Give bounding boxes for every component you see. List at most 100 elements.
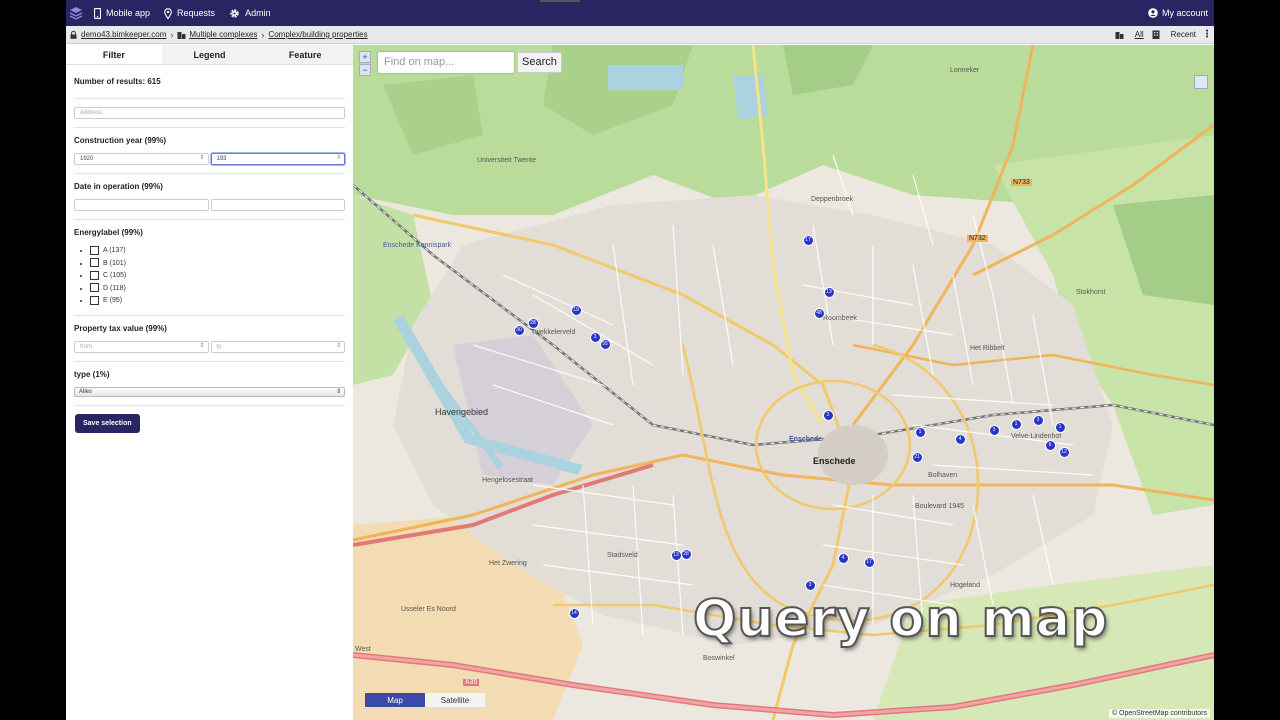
tab-feature[interactable]: Feature <box>257 45 354 64</box>
map-cluster-marker[interactable]: 1 <box>1010 418 1022 430</box>
zoom-out-button[interactable]: − <box>359 64 371 76</box>
energylabel-option-a[interactable]: A (137) <box>90 245 345 258</box>
energylabel-option-c[interactable]: C (105) <box>90 270 345 283</box>
map-cluster-marker[interactable]: 28 <box>527 317 539 329</box>
map-cluster-marker[interactable]: 1 <box>914 426 926 438</box>
map-label-universiteit: Universiteit Twente <box>477 157 537 164</box>
stepper-icon[interactable]: ⇕ <box>199 342 204 349</box>
my-account-label: My account <box>1161 8 1208 18</box>
my-account-menu[interactable]: My account <box>1148 8 1208 18</box>
breadcrumb: demo43.bimkeeper.com › Multiple complexe… <box>66 26 1214 44</box>
map-cluster-marker[interactable]: 3 <box>1032 414 1044 426</box>
date-in-operation-to-input[interactable] <box>210 199 345 211</box>
map-cluster-marker[interactable]: 6 <box>1044 439 1056 451</box>
tab-filter[interactable]: Filter <box>66 45 162 64</box>
checkbox[interactable] <box>90 258 99 268</box>
select-arrows-icon: ⇕ <box>335 389 341 395</box>
nav-mobile-app[interactable]: Mobile app <box>94 7 151 19</box>
stepper-icon[interactable]: ⇕ <box>336 342 341 349</box>
energylabel-option-label: D (118) <box>103 284 126 292</box>
breadcrumb-domain[interactable]: demo43.bimkeeper.com <box>81 30 166 39</box>
top-navigation: Mobile app Requests Admin My account <box>66 0 1214 26</box>
overlay-caption: Query on map <box>692 589 1109 650</box>
nav-admin-label: Admin <box>245 8 271 18</box>
map-cluster-marker[interactable]: 13 <box>823 286 835 298</box>
map-search-button[interactable]: Search <box>517 52 562 73</box>
map-label-hogeland: Hogeland <box>950 582 980 589</box>
panel-tabs: Filter Legend Feature <box>66 45 354 65</box>
map-type-toggle: Map Satellite <box>365 693 485 707</box>
stepper-icon[interactable]: ⇕ <box>336 154 341 161</box>
map-label-west: West <box>355 646 371 653</box>
date-in-operation-from-input[interactable] <box>74 199 209 211</box>
map-cluster-marker[interactable]: 2 <box>822 409 834 421</box>
map-cluster-marker[interactable]: 28 <box>680 548 692 560</box>
app-logo-icon[interactable] <box>68 5 84 21</box>
all-button[interactable]: All <box>1115 30 1144 39</box>
more-vertical-icon[interactable]: ⋮ <box>1202 29 1212 40</box>
nav-requests[interactable]: Requests <box>164 7 215 19</box>
map-cluster-marker[interactable]: 55 <box>599 338 611 350</box>
map-cluster-marker[interactable]: 3 <box>589 331 601 343</box>
map-cluster-marker[interactable]: 4 <box>954 433 966 445</box>
map-cluster-marker[interactable]: 17 <box>863 556 875 568</box>
property-tax-from-input[interactable]: from ⇕ <box>74 341 209 353</box>
chevron-right-icon: › <box>170 29 174 40</box>
map-cluster-marker[interactable]: 3 <box>804 579 816 591</box>
breadcrumb-multiple-complexes[interactable]: Multiple complexes <box>177 30 257 39</box>
map-cluster-marker[interactable]: 30 <box>513 324 525 336</box>
energylabel-option-b[interactable]: B (101) <box>90 258 345 271</box>
breadcrumb-complex-properties[interactable]: Complex/building properties <box>268 30 367 39</box>
map-label-usseler-es: Usseler Es Noord <box>401 606 456 613</box>
type-select[interactable]: Alles ⇕ <box>74 387 345 397</box>
construction-year-from-value: 1920 <box>80 156 94 162</box>
energylabel-option-label: A (137) <box>103 247 126 254</box>
energylabel-option-d[interactable]: D (118) <box>90 283 345 296</box>
checkbox[interactable] <box>90 295 99 305</box>
nav-admin[interactable]: Admin <box>229 8 271 19</box>
map-cluster-marker[interactable]: 19 <box>570 304 582 316</box>
address-input[interactable]: Address <box>74 107 345 119</box>
map-cluster-marker[interactable]: 13 <box>670 549 682 561</box>
checkbox[interactable] <box>90 283 99 293</box>
stepper-icon[interactable]: ⇕ <box>199 154 204 161</box>
map-cluster-marker[interactable]: 12 <box>1058 446 1070 458</box>
nav-mobile-app-label: Mobile app <box>106 8 151 18</box>
map-cluster-marker[interactable]: 1 <box>1054 421 1066 433</box>
layers-icon[interactable] <box>1194 75 1208 89</box>
map-label-enschede: Enschede <box>813 456 856 466</box>
construction-year-section: Construction year (99%) 1920 ⇕ 193 ⇕ <box>74 128 345 174</box>
buildings-icon <box>1115 32 1124 39</box>
map-cluster-marker[interactable]: 3 <box>988 424 1000 436</box>
map-cluster-marker[interactable]: 48 <box>813 307 825 319</box>
property-tax-title: Property tax value (99%) <box>74 324 167 333</box>
map-attribution[interactable]: © OpenStreetMap contributors <box>1108 709 1210 718</box>
tab-legend[interactable]: Legend <box>161 45 258 64</box>
breadcrumb-multiple-complexes-label: Multiple complexes <box>189 30 258 39</box>
map-type-satellite-button[interactable]: Satellite <box>425 693 485 707</box>
energylabel-option-e[interactable]: E (95) <box>90 295 345 307</box>
map-label-roombeek: Roombeek <box>823 315 857 322</box>
map-label-kennispark: Enschede Kennispark <box>383 242 452 249</box>
construction-year-to-input[interactable]: 193 ⇕ <box>210 153 345 165</box>
construction-year-from-input[interactable]: 1920 ⇕ <box>74 153 209 165</box>
map-cluster-marker[interactable]: 17 <box>802 234 814 246</box>
phone-icon <box>94 7 101 19</box>
map-label-boulevard: Boulevard 1945 <box>915 503 965 510</box>
map-search-input[interactable]: Find on map... <box>378 52 514 73</box>
checkbox[interactable] <box>90 245 99 255</box>
recent-button[interactable]: Recent <box>1152 30 1196 39</box>
map-cluster-marker[interactable]: 14 <box>568 607 580 619</box>
map-label-n733: N733 <box>1011 179 1032 186</box>
map-cluster-marker[interactable]: 21 <box>911 451 923 463</box>
map-label-twekkelerveld: Twekkelerveld <box>531 329 576 336</box>
type-title: type (1%) <box>74 370 110 379</box>
map-type-map-button[interactable]: Map <box>365 693 425 707</box>
date-in-operation-title: Date in operation (99%) <box>74 182 163 191</box>
map-cluster-marker[interactable]: 4 <box>837 552 849 564</box>
map-view[interactable]: Universiteit Twente Enschede Kennispark … <box>353 45 1214 720</box>
property-tax-to-input[interactable]: to ⇕ <box>210 341 345 353</box>
save-selection-button[interactable]: Save selection <box>75 414 140 433</box>
zoom-in-button[interactable]: + <box>359 51 371 63</box>
checkbox[interactable] <box>90 270 99 280</box>
